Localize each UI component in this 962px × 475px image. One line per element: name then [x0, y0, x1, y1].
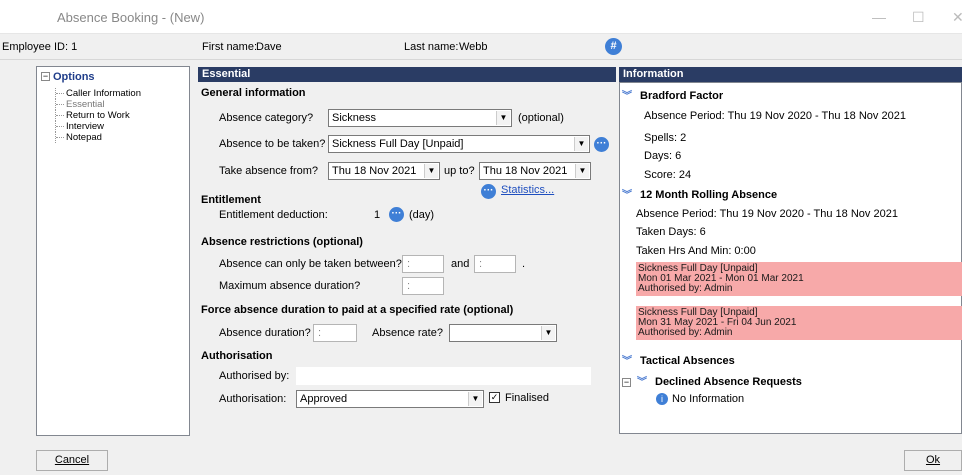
- authorisation-select[interactable]: Approved ▼: [296, 390, 484, 408]
- between-to-input[interactable]: :: [474, 255, 516, 273]
- chevron-down-icon: ▼: [574, 137, 588, 151]
- chevron-down-icon: ▼: [424, 164, 438, 178]
- employee-id: Employee ID: 1: [2, 41, 78, 53]
- entitlement-more-icon[interactable]: ···: [389, 207, 404, 222]
- collapse-chevron-icon[interactable]: ︾: [637, 373, 652, 388]
- collapse-chevron-icon[interactable]: ︾: [622, 186, 637, 201]
- entitlement-unit: (day): [409, 209, 435, 221]
- rate-label: Absence rate?: [372, 327, 443, 339]
- and-label: and: [451, 258, 470, 270]
- tactical-absences-group[interactable]: ︾ Tactical Absences: [622, 352, 735, 367]
- absence-category-select[interactable]: Sickness ▼: [328, 109, 512, 127]
- general-info-heading: General information: [201, 87, 306, 99]
- force-heading: Force absence duration to paid at a spec…: [201, 304, 514, 316]
- button-bar: Cancel Ok: [0, 440, 962, 475]
- max-duration-input[interactable]: :: [402, 277, 444, 295]
- up-to-label: up to?: [444, 165, 475, 177]
- first-name-label: First name:: [202, 41, 258, 53]
- employee-info-icon[interactable]: #: [605, 38, 622, 55]
- collapse-icon[interactable]: −: [41, 72, 50, 81]
- chevron-down-icon: ▼: [496, 111, 510, 125]
- statistics-icon[interactable]: ···: [481, 184, 496, 199]
- bradford-score: Score: 24: [644, 169, 692, 181]
- maximize-icon[interactable]: ☐: [912, 9, 925, 26]
- employee-bar: Employee ID: 1 First name: Dave Last nam…: [0, 34, 962, 60]
- bradford-factor-group[interactable]: ︾ Bradford Factor: [622, 87, 723, 102]
- minimize-icon[interactable]: —: [872, 9, 886, 25]
- rolling-absence-group[interactable]: ︾ 12 Month Rolling Absence: [622, 186, 777, 201]
- rolling-period: Absence Period: Thu 19 Nov 2020 - Thu 18…: [636, 208, 898, 220]
- window-title: Absence Booking - (New): [57, 10, 205, 25]
- close-icon[interactable]: ✕: [952, 9, 962, 26]
- rolling-taken-hrs: Taken Hrs And Min: 0:00: [636, 245, 756, 257]
- tree-item-essential[interactable]: Essential: [55, 99, 105, 110]
- authorised-by-label: Authorised by:: [219, 370, 290, 382]
- last-name-value: Webb: [459, 41, 488, 53]
- tree-item-notepad[interactable]: Notepad: [55, 132, 102, 143]
- between-label: Absence can only be taken between?: [219, 258, 402, 270]
- absence-to-be-taken-select[interactable]: Sickness Full Day [Unpaid] ▼: [328, 135, 590, 153]
- bradford-period: Absence Period: Thu 19 Nov 2020 - Thu 18…: [644, 110, 906, 122]
- chevron-down-icon: ▼: [541, 326, 555, 340]
- chevron-down-icon: ▼: [468, 392, 482, 406]
- between-from-input[interactable]: :: [402, 255, 444, 273]
- max-duration-label: Maximum absence duration?: [219, 280, 361, 292]
- absence-to-be-taken-label: Absence to be taken?: [219, 138, 326, 150]
- absence-category-label: Absence category?: [219, 112, 314, 124]
- essential-header: Essential: [198, 67, 616, 82]
- entitlement-heading: Entitlement: [201, 194, 261, 206]
- between-end: .: [522, 258, 526, 270]
- tree-item-interview[interactable]: Interview: [55, 121, 104, 132]
- options-tree: − Options Caller Information Essential Re…: [36, 66, 190, 436]
- collapse-icon[interactable]: −: [622, 378, 631, 387]
- finalised-checkbox[interactable]: ✓: [489, 392, 500, 403]
- first-name-value: Dave: [256, 41, 282, 53]
- restrictions-heading: Absence restrictions (optional): [201, 236, 363, 248]
- record-authorised: Authorised by: Admin: [638, 327, 733, 338]
- duration-input[interactable]: :: [313, 324, 357, 342]
- statistics-link[interactable]: Statistics...: [501, 184, 554, 196]
- cancel-button[interactable]: Cancel: [36, 450, 108, 471]
- absence-record[interactable]: Sickness Full Day [Unpaid] Mon 31 May 20…: [636, 306, 962, 340]
- authorised-by-input[interactable]: [296, 367, 591, 385]
- take-from-date-picker[interactable]: Thu 18 Nov 2021 ▼: [328, 162, 440, 180]
- bradford-days: Days: 6: [644, 150, 682, 162]
- collapse-chevron-icon[interactable]: ︾: [622, 87, 637, 102]
- up-to-date-picker[interactable]: Thu 18 Nov 2021 ▼: [479, 162, 591, 180]
- last-name-label: Last name:: [404, 41, 459, 53]
- rate-select[interactable]: ▼: [449, 324, 557, 342]
- authorisation-heading: Authorisation: [201, 350, 273, 362]
- tree-item-caller-information[interactable]: Caller Information: [55, 88, 141, 99]
- chevron-down-icon: ▼: [575, 164, 589, 178]
- rolling-taken-days: Taken Days: 6: [636, 226, 706, 238]
- information-panel: ︾ Bradford Factor Absence Period: Thu 19 …: [619, 82, 962, 434]
- duration-label: Absence duration?: [219, 327, 311, 339]
- entitlement-label: Entitlement deduction:: [219, 209, 328, 221]
- declined-requests-group[interactable]: − ︾ Declined Absence Requests: [622, 373, 802, 388]
- take-from-label: Take absence from?: [219, 165, 319, 177]
- absence-type-more-icon[interactable]: ···: [594, 137, 609, 152]
- tree-item-return-to-work[interactable]: Return to Work: [55, 110, 130, 121]
- absence-record[interactable]: Sickness Full Day [Unpaid] Mon 01 Mar 20…: [636, 262, 962, 296]
- finalised-label: Finalised: [505, 392, 550, 404]
- bradford-spells: Spells: 2: [644, 132, 687, 144]
- info-icon: i: [656, 393, 668, 405]
- tree-root-options[interactable]: − Options: [41, 71, 95, 83]
- collapse-chevron-icon[interactable]: ︾: [622, 352, 637, 367]
- title-bar: Absence Booking - (New) — ☐ ✕: [0, 0, 962, 34]
- record-authorised: Authorised by: Admin: [638, 283, 733, 294]
- optional-label: (optional): [518, 112, 564, 124]
- authorisation-label: Authorisation:: [219, 393, 287, 405]
- ok-button[interactable]: Ok: [904, 450, 962, 471]
- no-information-item: i No Information: [656, 393, 744, 405]
- entitlement-value[interactable]: 1: [374, 209, 380, 221]
- information-header: Information: [619, 67, 962, 82]
